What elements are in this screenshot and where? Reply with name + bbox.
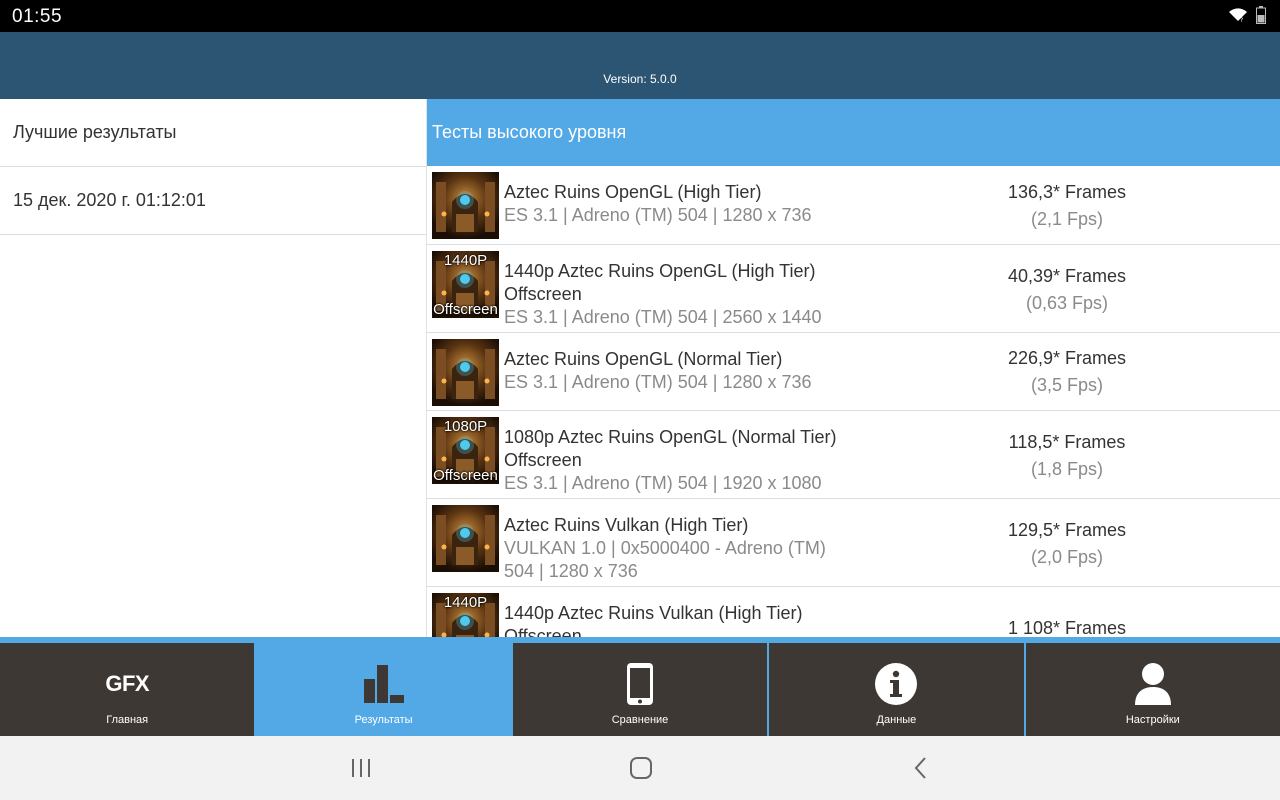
tab-settings-label: Настройки — [1125, 714, 1180, 726]
score-fps: (2,0 Fps) — [1030, 547, 1104, 567]
test-thumbnail: 1440P Offscreen — [432, 251, 499, 318]
tab-info-label: Данные — [876, 714, 917, 726]
result-score: 136,3* Frames (2,1 Fps) — [957, 179, 1177, 233]
test-thumbnail — [432, 172, 499, 239]
result-row[interactable]: 1440P 1440p Aztec Ruins Vulkan (High Tie… — [427, 587, 1280, 639]
result-title: Aztec Ruins OpenGL (High Tier) — [504, 182, 762, 202]
score-frames: 129,5* Frames — [1007, 520, 1127, 540]
result-subtitle: ES 3.1 | Adreno (TM) 504 | 1280 x 736 — [504, 372, 812, 392]
result-title: Aztec Ruins Vulkan (High Tier) — [504, 515, 749, 535]
result-row[interactable]: 1080P Offscreen 1080p Aztec Ruins OpenGL… — [427, 411, 1280, 499]
tab-compare[interactable]: Сравнение — [512, 643, 768, 736]
recent-apps-button[interactable] — [341, 752, 381, 784]
result-row[interactable]: Aztec Ruins OpenGL (High Tier) ES 3.1 | … — [427, 166, 1280, 245]
bottom-tab-bar: GFX Главная Результаты Сравнение Данные … — [0, 643, 1280, 736]
result-score: 118,5* Frames (1,8 Fps) — [957, 429, 1177, 483]
battery-icon — [1256, 6, 1266, 29]
score-frames: 136,3* Frames — [1007, 182, 1127, 202]
offscreen-badge: Offscreen — [433, 467, 498, 484]
result-subtitle: ES 3.1 | Adreno (TM) 504 | 2560 x 1440 — [504, 307, 822, 327]
result-subtitle: VULKAN 1.0 | 0x5000400 - Adreno (TM) 504… — [504, 538, 826, 581]
results-panel: Тесты высокого уровня Aztec Ruins OpenGL… — [427, 99, 1280, 639]
result-score: 1 108* Frames — [957, 615, 1177, 639]
version-label: Version: 5.0.0 — [603, 72, 677, 86]
section-header: Тесты высокого уровня — [427, 99, 1280, 166]
score-frames: 226,9* Frames — [1007, 348, 1127, 368]
test-thumbnail: 1440P — [432, 593, 499, 639]
phone-icon — [513, 661, 767, 707]
result-title: Aztec Ruins OpenGL (Normal Tier) — [504, 349, 783, 369]
tab-home[interactable]: GFX Главная — [0, 643, 255, 736]
result-row[interactable]: Aztec Ruins OpenGL (Normal Tier) ES 3.1 … — [427, 333, 1280, 411]
result-text: 1440p Aztec Ruins Vulkan (High Tier) Off… — [504, 602, 854, 639]
back-button[interactable] — [901, 752, 941, 784]
result-score: 40,39* Frames (0,63 Fps) — [957, 263, 1177, 317]
aztec-scene-thumbnail — [432, 172, 499, 239]
status-bar: 01:55 ? — [0, 0, 1280, 32]
resolution-badge: 1440P — [443, 594, 488, 611]
result-subtitle: ES 3.1 | Adreno (TM) 504 | 1920 x 1080 — [504, 473, 822, 493]
bar-chart-icon — [256, 661, 510, 707]
result-row[interactable]: 1440P Offscreen 1440p Aztec Ruins OpenGL… — [427, 245, 1280, 333]
aztec-scene-thumbnail — [432, 505, 499, 572]
recent-apps-icon — [352, 759, 370, 777]
system-nav-bar — [0, 736, 1280, 800]
tab-settings[interactable]: Настройки — [1025, 643, 1280, 736]
result-title: 1440p Aztec Ruins OpenGL (High Tier) Off… — [504, 261, 816, 304]
resolution-badge: 1440P — [443, 252, 488, 269]
tab-info[interactable]: Данные — [769, 643, 1024, 736]
aztec-scene-thumbnail — [432, 339, 499, 406]
user-icon — [1026, 661, 1280, 707]
score-fps: (0,63 Fps) — [1025, 293, 1109, 313]
results-list: Aztec Ruins OpenGL (High Tier) ES 3.1 | … — [427, 166, 1280, 639]
test-thumbnail — [432, 505, 499, 572]
score-frames: 118,5* Frames — [1008, 432, 1126, 452]
score-fps: (2,1 Fps) — [1030, 209, 1104, 229]
home-button[interactable] — [621, 752, 661, 784]
result-score: 129,5* Frames (2,0 Fps) — [957, 517, 1177, 571]
result-text: Aztec Ruins OpenGL (Normal Tier) ES 3.1 … — [504, 348, 854, 394]
result-text: Aztec Ruins OpenGL (High Tier) ES 3.1 | … — [504, 181, 854, 227]
svg-text:?: ? — [1240, 17, 1243, 23]
test-thumbnail: 1080P Offscreen — [432, 417, 499, 484]
tab-results-label: Результаты — [354, 714, 413, 726]
result-title: 1080p Aztec Ruins OpenGL (Normal Tier) O… — [504, 427, 837, 470]
tab-results[interactable]: Результаты — [256, 643, 511, 736]
result-title: 1440p Aztec Ruins Vulkan (High Tier) Off… — [504, 603, 803, 639]
test-thumbnail — [432, 339, 499, 406]
result-text: Aztec Ruins Vulkan (High Tier) VULKAN 1.… — [504, 514, 854, 583]
status-time: 01:55 — [12, 6, 63, 27]
score-fps: (1,8 Fps) — [1030, 459, 1104, 479]
score-fps: (3,5 Fps) — [1030, 375, 1104, 395]
wifi-icon: ? — [1228, 7, 1248, 28]
tab-compare-label: Сравнение — [611, 714, 669, 726]
result-text: 1080p Aztec Ruins OpenGL (Normal Tier) O… — [504, 426, 854, 495]
app-header: Version: 5.0.0 — [0, 32, 1280, 99]
status-icons: ? — [1228, 6, 1266, 29]
result-subtitle: ES 3.1 | Adreno (TM) 504 | 1280 x 736 — [504, 205, 812, 225]
home-circle-icon — [630, 757, 652, 779]
result-text: 1440p Aztec Ruins OpenGL (High Tier) Off… — [504, 260, 854, 329]
sidebar-item-session-date[interactable]: 15 дек. 2020 г. 01:12:01 — [0, 167, 426, 235]
results-sidebar: Лучшие результаты 15 дек. 2020 г. 01:12:… — [0, 99, 427, 639]
score-frames: 40,39* Frames — [1007, 266, 1127, 286]
sidebar-item-best-results[interactable]: Лучшие результаты — [0, 99, 426, 167]
tab-home-label: Главная — [106, 714, 149, 726]
resolution-badge: 1080P — [443, 418, 488, 435]
back-chevron-icon — [914, 757, 926, 779]
result-score: 226,9* Frames (3,5 Fps) — [957, 345, 1177, 399]
app-screen: 01:55 ? Version: 5.0.0 Лучшие результаты — [0, 0, 1280, 800]
result-row[interactable]: Aztec Ruins Vulkan (High Tier) VULKAN 1.… — [427, 499, 1280, 587]
gfx-logo-icon: GFX — [105, 671, 150, 696]
offscreen-badge: Offscreen — [433, 301, 498, 318]
score-frames: 1 108* Frames — [1007, 618, 1127, 638]
info-icon — [769, 661, 1023, 707]
